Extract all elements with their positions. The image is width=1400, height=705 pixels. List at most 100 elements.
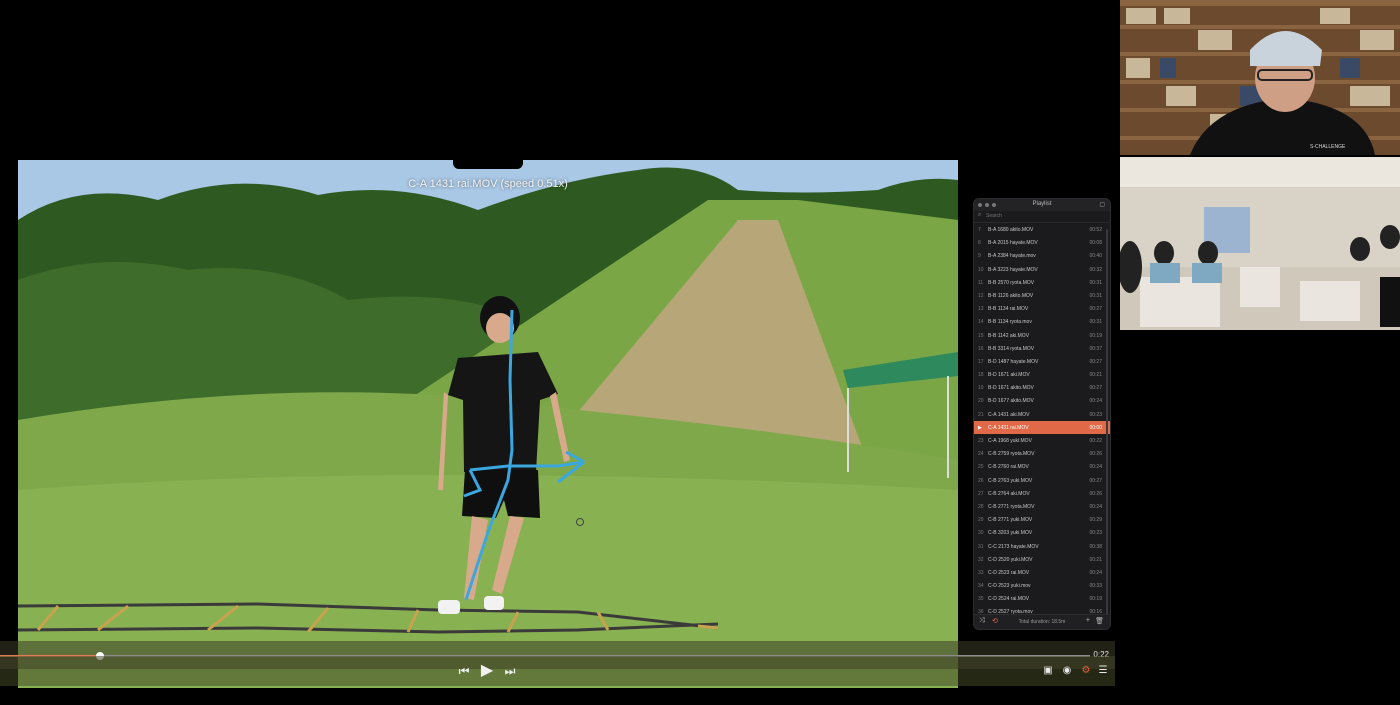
plus-icon[interactable]: + bbox=[1086, 617, 1090, 624]
playlist-item[interactable]: 7 B-A 1680 akito.MOV 00:52 bbox=[974, 223, 1110, 236]
webcam-classroom bbox=[1120, 157, 1400, 330]
playlist-title: Playlist bbox=[1032, 201, 1052, 207]
playlist-item[interactable]: 28 C-B 2771 ryota.MOV 00:24 bbox=[974, 500, 1110, 513]
playlist-item[interactable]: 21 C-A 1431 aki.MOV 00:23 bbox=[974, 408, 1110, 421]
playlist-item[interactable]: 9 B-A 2384 hayate.mov 00:40 bbox=[974, 249, 1110, 262]
playlist-item-number: 35 bbox=[978, 596, 984, 603]
playlist-item-number: 19 bbox=[978, 385, 984, 392]
playlist-item-number: 34 bbox=[978, 583, 984, 590]
playlist-item-duration: 00:33 bbox=[1089, 583, 1102, 590]
picture-in-picture-icon[interactable]: ▣ bbox=[1041, 664, 1055, 678]
playlist-item[interactable]: 14 B-B 1134 ryota.mov 00:31 bbox=[974, 315, 1110, 328]
playlist-panel: Playlist ▢ ⌕ 7 B-A 1680 akito.MOV 00:52 8 B-… bbox=[973, 198, 1111, 630]
playlist-item-name: B-B 1134 rai.MOV bbox=[988, 306, 1029, 313]
playlist-item-duration: 00:08 bbox=[1089, 240, 1102, 247]
playlist-item-duration: 00:24 bbox=[1089, 569, 1102, 576]
playlist-item[interactable]: 10 B-A 3223 hayate.MOV 00:32 bbox=[974, 263, 1110, 276]
playlist-item-duration: 00:29 bbox=[1089, 517, 1102, 524]
gear-icon[interactable]: ⚙ bbox=[1079, 664, 1093, 678]
playlist-item[interactable]: 29 C-B 2771 yuki.MOV 00:29 bbox=[974, 513, 1110, 526]
playlist-item[interactable]: 24 C-B 2759 ryota.MOV 00:26 bbox=[974, 447, 1110, 460]
playlist-item-duration: 00:21 bbox=[1089, 556, 1102, 563]
playlist-item-name: C-A 1968 yuki.MOV bbox=[988, 438, 1032, 444]
playlist-item-number: 13 bbox=[978, 306, 984, 313]
playlist-item-number: 31 bbox=[978, 543, 984, 550]
playlist-scrollbar[interactable] bbox=[1106, 229, 1108, 619]
playlist-item-name: C-D 2524 rai.MOV bbox=[988, 596, 1030, 603]
playlist-item[interactable]: 11 B-B 2570 ryota.MOV 00:31 bbox=[974, 276, 1110, 289]
playlist-item[interactable]: 12 B-B 1126 akito.MOV 00:31 bbox=[974, 289, 1110, 302]
playlist-item-duration: 00:27 bbox=[1089, 358, 1102, 365]
playlist-item-number: 21 bbox=[978, 411, 984, 418]
playlist-item[interactable]: 32 C-D 2520 yuki.MOV 00:21 bbox=[974, 553, 1110, 566]
search-icon: ⌕ bbox=[978, 212, 982, 218]
playlist-item-name: C-B 2771 yuki.MOV bbox=[988, 517, 1033, 524]
playlist-item[interactable]: 26 C-B 2763 yuki.MOV 00:27 bbox=[974, 474, 1110, 487]
playlist-item[interactable]: 25 C-B 2760 rai.MOV 00:24 bbox=[974, 460, 1110, 473]
playlist-item[interactable]: 15 B-B 1142 aki.MOV 00:19 bbox=[974, 329, 1110, 342]
playlist-item-name: B-A 2384 hayate.mov bbox=[988, 253, 1036, 260]
audio-icon[interactable]: ◉ bbox=[1060, 664, 1074, 678]
playlist-item[interactable]: 27 C-B 2764 aki.MOV 00:26 bbox=[974, 487, 1110, 500]
playlist-item[interactable]: 20 B-D 1677 akito.MOV 00:24 bbox=[974, 394, 1110, 407]
playlist-item[interactable]: 23 C-A 1968 yuki.MOV 00:22 bbox=[974, 434, 1110, 447]
playlist-item-number: 16 bbox=[978, 345, 984, 352]
play-icon[interactable]: ▶ bbox=[477, 661, 497, 681]
playlist-item[interactable]: 13 B-B 1134 rai.MOV 00:27 bbox=[974, 302, 1110, 315]
trash-icon[interactable]: 🗑 bbox=[1095, 617, 1104, 625]
playlist-item[interactable]: 19 B-D 1671 akito.MOV 00:27 bbox=[974, 381, 1110, 394]
playlist-item-name: C-B 2771 ryota.MOV bbox=[988, 503, 1035, 510]
playlist-item[interactable]: 30 C-B 3203 yuki.MOV 00:23 bbox=[974, 526, 1110, 539]
playlist-item[interactable]: 17 B-D 1487 hayate.MOV 00:27 bbox=[974, 355, 1110, 368]
playlist-item[interactable]: 35 C-D 2524 rai.MOV 00:19 bbox=[974, 592, 1110, 605]
playlist-item[interactable]: 34 C-D 2523 yuki.mov 00:33 bbox=[974, 579, 1110, 592]
playlist-item-name: C-B 3203 yuki.MOV bbox=[988, 530, 1033, 537]
playlist-item-duration: 00:24 bbox=[1089, 398, 1102, 405]
playlist-item[interactable]: 18 B-D 1671 aki.MOV 00:21 bbox=[974, 368, 1110, 381]
playlist-item[interactable]: 33 C-D 2523 rai.MOV 00:24 bbox=[974, 566, 1110, 579]
playlist-item[interactable]: 31 C-C 2173 hayate.MOV 00:38 bbox=[974, 540, 1110, 553]
playlist-item-duration: 00:00 bbox=[1089, 424, 1102, 431]
playlist-item-name: B-B 2570 ryota.MOV bbox=[988, 279, 1035, 286]
playlist-item-name: B-B 3314 ryota.MOV bbox=[988, 345, 1035, 352]
playlist-item-number: 11 bbox=[978, 279, 984, 286]
playlist-item-name: B-B 1142 aki.MOV bbox=[988, 332, 1030, 339]
playlist-item-number: 25 bbox=[978, 464, 984, 471]
playlist-item-number: 29 bbox=[978, 517, 984, 524]
playlist-item-number: 26 bbox=[978, 477, 984, 484]
playlist-item-duration: 00:32 bbox=[1089, 266, 1102, 273]
collapse-icon[interactable]: ▢ bbox=[1099, 201, 1105, 208]
playlist-item-duration: 00:38 bbox=[1089, 543, 1102, 550]
playlist-item[interactable]: 16 B-B 3314 ryota.MOV 00:37 bbox=[974, 342, 1110, 355]
playlist-item-number: 15 bbox=[978, 332, 984, 339]
playlist-item-number: 10 bbox=[978, 266, 984, 273]
skip-forward-icon[interactable]: ⏭ bbox=[500, 661, 520, 681]
playlist-item-number: 12 bbox=[978, 292, 984, 299]
playlist-item[interactable]: ▶ C-A 1431 rai.MOV 00:00 bbox=[974, 420, 1110, 434]
playlist-item[interactable]: 8 B-A 2015 hayate.MOV 00:08 bbox=[974, 236, 1110, 249]
playlist-item-name: C-B 2764 aki.MOV bbox=[988, 490, 1030, 497]
playlist-item-duration: 00:31 bbox=[1089, 279, 1102, 286]
search-input[interactable] bbox=[986, 212, 1096, 220]
playlist-item-duration: 00:19 bbox=[1089, 332, 1102, 339]
playlist-item-name: C-B 2760 rai.MOV bbox=[988, 464, 1029, 471]
playlist-item-number: 20 bbox=[978, 398, 984, 405]
playlist-item-name: B-A 3223 hayate.MOV bbox=[988, 266, 1038, 273]
playlist-item-duration: 00:24 bbox=[1089, 464, 1102, 471]
skip-back-icon[interactable]: ⏮ bbox=[454, 661, 474, 681]
camera-notch bbox=[453, 160, 523, 169]
playlist-item-duration: 00:31 bbox=[1089, 292, 1102, 299]
playlist-item-number: 17 bbox=[978, 358, 984, 365]
list-icon[interactable]: ☰ bbox=[1096, 664, 1110, 678]
playlist-item-name: B-B 1126 akito.MOV bbox=[988, 292, 1034, 299]
webcam-host: S-CHALLENGE bbox=[1120, 0, 1400, 155]
playlist-item-name: B-B 1134 ryota.mov bbox=[988, 319, 1032, 326]
video-title: C-A 1431 rai.MOV (speed 0.51x) bbox=[408, 178, 568, 190]
playlist-titlebar: Playlist ▢ bbox=[974, 199, 1110, 211]
playlist-item-duration: 00:23 bbox=[1089, 530, 1102, 537]
host-badge: S-CHALLENGE bbox=[1310, 144, 1346, 150]
playlist-item-number: 30 bbox=[978, 530, 984, 537]
video-frame[interactable]: C-A 1431 rai.MOV (speed 0.51x) bbox=[18, 160, 958, 688]
playing-indicator-icon: ▶ bbox=[978, 424, 982, 431]
playlist-item-duration: 00:26 bbox=[1089, 451, 1102, 458]
